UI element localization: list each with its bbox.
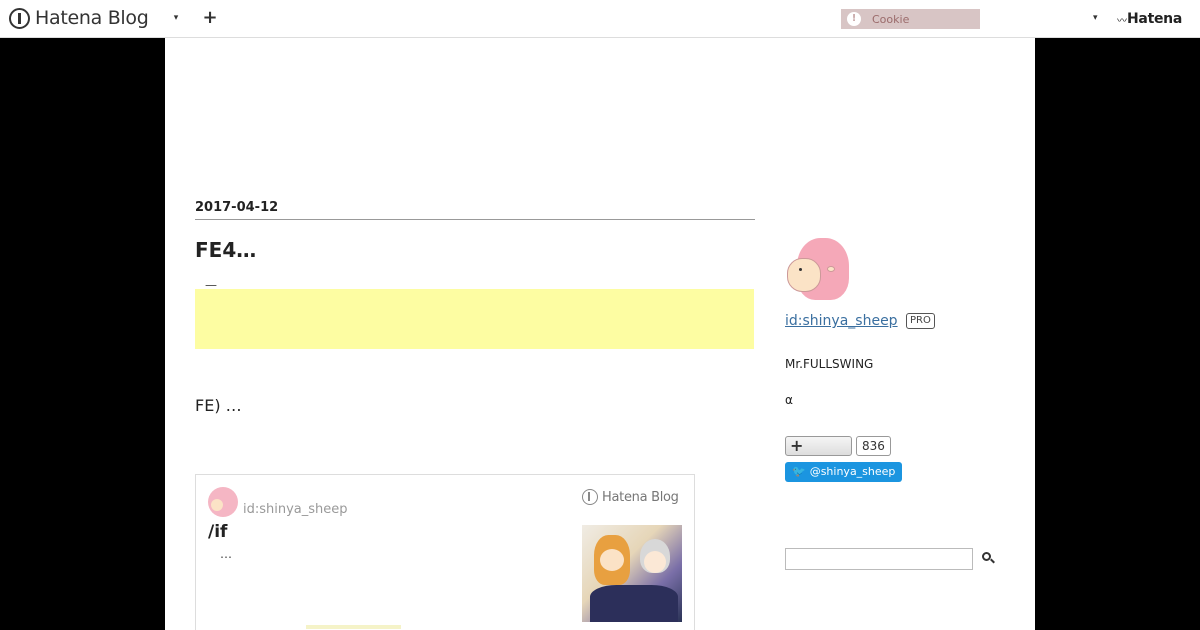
card-author-id[interactable]: id:shinya_sheep (243, 502, 348, 517)
subscribe-button[interactable]: + (785, 436, 852, 456)
blog-container: 2017-04-12 FE4… — FE) … id:shinya_sheep … (165, 38, 1035, 630)
hatena-blog-logo[interactable]: Hatena Blog (9, 7, 149, 29)
global-header: Hatena Blog ▾ + ! Cookie ▾ 〰 Hatena (0, 0, 1200, 38)
plus-icon: + (790, 436, 804, 455)
hatena-blog-logo-icon (9, 7, 30, 29)
hatena-logo[interactable]: 〰 Hatena (1117, 11, 1182, 27)
card-hatena-blog-logo: Hatena Blog (582, 489, 679, 505)
card-logo-text: Hatena Blog (602, 489, 679, 505)
ad-banner[interactable] (195, 289, 754, 349)
thumbnail-character-fox-face (600, 549, 624, 571)
pro-badge: PRO (906, 313, 935, 329)
card-thumbnail-image[interactable] (582, 525, 682, 622)
cookie-notice-bar[interactable]: ! Cookie (841, 9, 980, 29)
profile-description-line2: α (785, 393, 793, 407)
hatena-wave-icon: 〰 (1117, 15, 1127, 27)
entry-title[interactable]: FE4… (195, 238, 256, 262)
twitter-follow-button[interactable]: 🐦 @shinya_sheep (785, 462, 902, 482)
blog-menu-chevron-down-icon[interactable]: ▾ (170, 12, 182, 24)
card-faint-strip (306, 625, 401, 629)
twitter-bird-icon: 🐦 (792, 465, 806, 478)
profile-description-line1: Mr.FULLSWING (785, 357, 874, 371)
user-menu-chevron-down-icon[interactable]: ▾ (1093, 12, 1103, 24)
cookie-notice-text: Cookie (872, 12, 910, 26)
hatena-blog-logo-text: Hatena Blog (35, 7, 149, 29)
thumbnail-character-face (644, 551, 666, 573)
card-hatena-blog-logo-icon (582, 489, 598, 505)
sheep-eye (799, 268, 802, 271)
search-icon-handle (990, 558, 995, 564)
hatena-logo-text: Hatena (1127, 11, 1182, 27)
subscriber-count: 836 (856, 436, 891, 456)
profile-id-link[interactable]: id:shinya_sheep (785, 313, 898, 329)
profile-avatar-sheep-icon[interactable] (785, 238, 849, 302)
card-author-avatar (208, 487, 238, 517)
search-input[interactable] (785, 548, 973, 570)
embedded-blog-card[interactable]: id:shinya_sheep Hatena Blog /if … (195, 474, 695, 630)
entry-body-text: FE) … (195, 396, 242, 415)
warning-icon: ! (847, 12, 861, 26)
card-description: … (220, 547, 232, 561)
card-title[interactable]: /if (208, 522, 227, 542)
thumbnail-character-clothes (590, 585, 678, 622)
twitter-handle: @shinya_sheep (809, 465, 896, 478)
sheep-face (787, 258, 821, 292)
search-icon[interactable] (981, 550, 997, 568)
add-post-plus-icon[interactable]: + (202, 9, 218, 27)
sheep-ear (827, 266, 835, 272)
entry-date[interactable]: 2017-04-12 (195, 200, 755, 220)
